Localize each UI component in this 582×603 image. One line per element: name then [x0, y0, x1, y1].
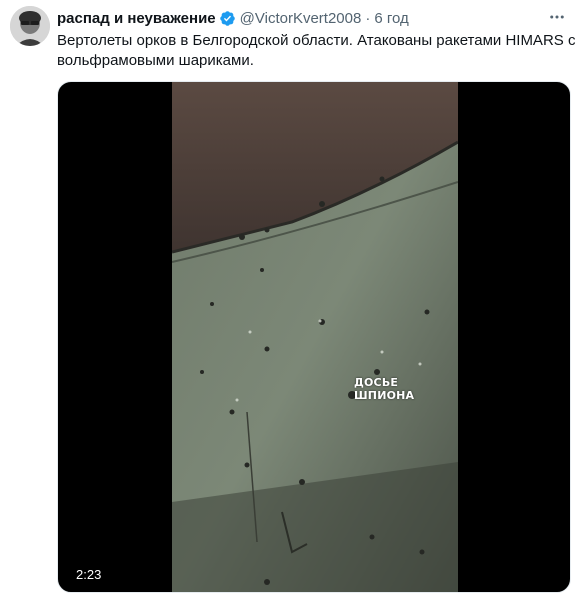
- verified-badge-icon: [219, 10, 236, 27]
- video-duration: 2:23: [71, 565, 107, 584]
- timestamp[interactable]: 6 год: [374, 10, 408, 27]
- separator-dot: ·: [365, 9, 371, 27]
- author-handle[interactable]: @VictorKvert2008: [240, 10, 362, 27]
- avatar[interactable]: [10, 6, 50, 46]
- tweet[interactable]: распад и неуважение @VictorKvert2008 · 6…: [0, 0, 582, 603]
- tweet-header: распад и неуважение @VictorKvert2008 · 6…: [57, 8, 409, 28]
- video-thumbnail: [172, 82, 458, 592]
- video-frame: ДОСЬЕ ШПИОНА: [172, 82, 458, 592]
- avatar-image: [10, 6, 50, 46]
- more-options-icon: [550, 15, 564, 19]
- video-overlay-text: ДОСЬЕ ШПИОНА: [354, 376, 415, 402]
- more-options-button[interactable]: [546, 6, 568, 28]
- video-player[interactable]: ДОСЬЕ ШПИОНА 2:23: [57, 81, 571, 593]
- author-name[interactable]: распад и неуважение: [57, 10, 216, 27]
- tweet-text: Вертолеты орков в Белгородской области. …: [57, 32, 580, 69]
